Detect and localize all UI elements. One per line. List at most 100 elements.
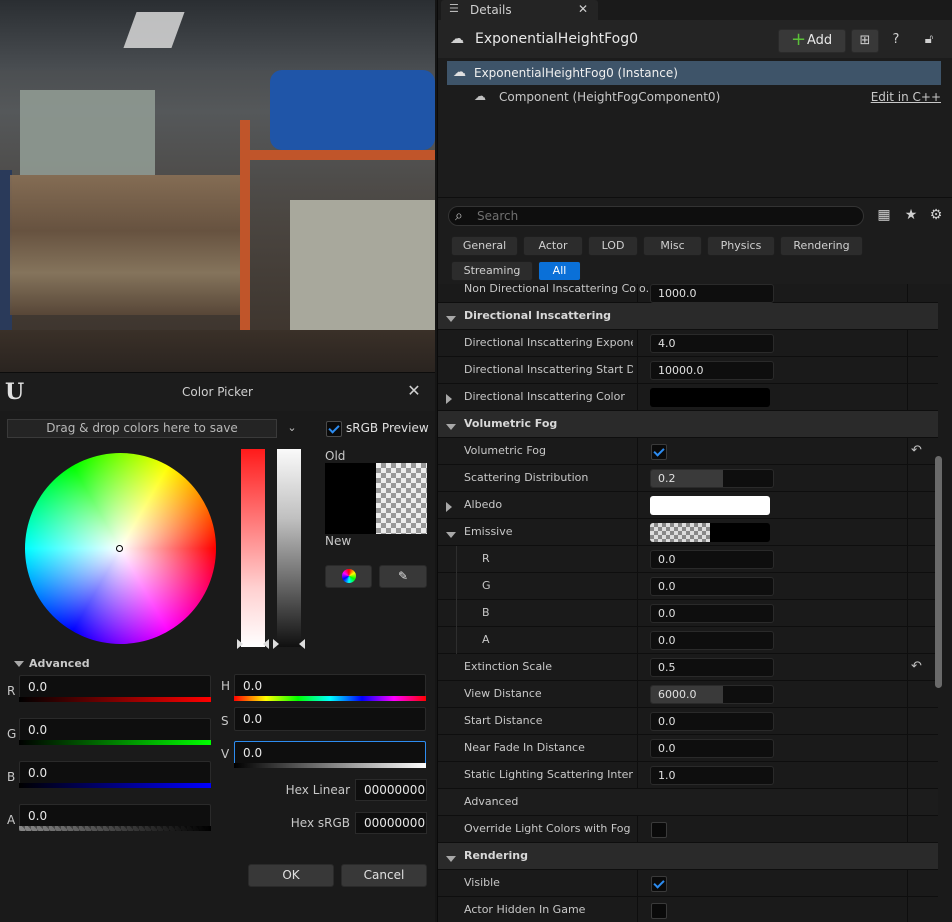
srgb-preview-checkbox[interactable] [326,421,342,437]
property-value-field[interactable]: 6000.0 [650,685,774,704]
hex-linear-field[interactable]: 00000000 [355,779,427,801]
property-row-volumetric-fog[interactable]: Volumetric Fog ↶ [438,438,938,465]
saturation-slider-handle-right[interactable] [263,639,269,649]
component-tree-child[interactable]: ☁ Component (HeightFogComponent0) Edit i… [474,86,941,108]
ok-button[interactable]: OK [248,864,334,887]
cancel-button[interactable]: Cancel [341,864,427,887]
filter-general[interactable]: General [451,236,518,256]
lock-icon[interactable]: 🔓︎ [919,29,939,53]
channel-g-field[interactable]: 0.0 [19,718,211,742]
component-tree-root[interactable]: ☁ ExponentialHeightFog0 (Instance) [447,61,941,85]
edit-in-cpp-link[interactable]: Edit in C++ [871,90,941,104]
property-value-field[interactable]: 1000.0 [650,284,774,303]
color-picker-titlebar[interactable]: U Color Picker ✕ [0,373,435,411]
property-value-field[interactable]: 0.0 [650,604,774,623]
color-drop-zone[interactable]: Drag & drop colors here to save [7,419,277,438]
level-viewport[interactable] [0,0,435,372]
color-swatch[interactable] [650,388,770,407]
property-row-b[interactable]: B 0.0 [438,600,938,627]
expand-arrow-icon[interactable] [446,500,452,513]
table-view-icon[interactable]: ▦ [875,206,893,224]
channel-h-field[interactable]: 0.0 [234,674,426,698]
reset-to-default-icon[interactable]: ↶ [911,659,922,674]
property-row-r[interactable]: R 0.0 [438,546,938,573]
property-row-view-distance[interactable]: View Distance 6000.0 [438,681,938,708]
help-icon[interactable]: ? [886,29,906,53]
color-wheel-mode-button[interactable] [325,565,372,588]
gear-icon[interactable]: ⚙ [927,206,945,224]
property-checkbox[interactable] [651,876,667,892]
property-row-override-light-colors-with-fog-in[interactable]: Override Light Colors with Fog In... [438,816,938,843]
property-row-visible[interactable]: Visible [438,870,938,897]
property-row-scattering-distribution[interactable]: Scattering Distribution 0.2 [438,465,938,492]
property-row-actor-hidden-in-game[interactable]: Actor Hidden In Game [438,897,938,922]
channel-a-field[interactable]: 0.0 [19,804,211,828]
add-component-button[interactable]: + Add [778,29,846,53]
advanced-section-header[interactable]: Advanced [14,657,90,670]
property-row-a[interactable]: A 0.0 [438,627,938,654]
search-box[interactable]: ⌕ [448,206,864,226]
category-advanced[interactable]: Advanced [438,789,938,816]
property-row-albedo[interactable]: Albedo [438,492,938,519]
property-checkbox[interactable] [651,822,667,838]
search-input[interactable] [477,208,857,224]
filter-rendering[interactable]: Rendering [780,236,863,256]
channel-s-field[interactable]: 0.0 [234,707,426,731]
property-scrollbar-thumb[interactable] [935,456,942,688]
filter-actor[interactable]: Actor [523,236,583,256]
color-swatch[interactable] [650,523,770,542]
property-value-field[interactable]: 0.0 [650,712,774,731]
property-row-directional-inscattering-start-dis[interactable]: Directional Inscattering Start Dis... 100… [438,357,938,384]
property-row-emissive[interactable]: Emissive [438,519,938,546]
details-tab[interactable]: ☰ Details ✕ [441,0,598,20]
category-directional-inscattering[interactable]: Directional Inscattering [438,303,938,330]
value-slider-handle-right[interactable] [299,639,305,649]
property-row-near-fade-in-distance[interactable]: Near Fade In Distance 0.0 [438,735,938,762]
star-icon[interactable]: ★ [902,206,920,224]
filter-lod[interactable]: LOD [588,236,638,256]
value-slider-handle-left[interactable] [273,639,279,649]
property-value-field[interactable]: 0.5 [650,658,774,677]
close-icon[interactable]: ✕ [578,2,588,16]
saturation-slider-handle-left[interactable] [237,639,243,649]
property-checkbox[interactable] [651,444,667,460]
property-row-directional-inscattering-exponent[interactable]: Directional Inscattering Exponent 4.0 [438,330,938,357]
collapse-arrow-icon[interactable] [446,312,461,325]
close-icon[interactable]: ✕ [404,381,424,401]
filter-misc[interactable]: Misc [643,236,702,256]
collapse-arrow-icon[interactable] [446,852,461,865]
property-value-field[interactable]: 4.0 [650,334,774,353]
property-value-field[interactable]: 1.0 [650,766,774,785]
saturation-slider[interactable] [241,449,265,647]
property-value-field[interactable]: 0.0 [650,739,774,758]
eyedropper-button[interactable]: ✎ [379,565,427,588]
color-swatch[interactable] [650,496,770,515]
expand-arrow-icon[interactable] [446,392,452,405]
property-checkbox[interactable] [651,903,667,919]
channel-v-field[interactable]: 0.0 [234,741,426,765]
property-value-field[interactable]: 0.2 [650,469,774,488]
filter-all[interactable]: All [538,261,581,281]
property-row-static-lighting-scattering-intensi[interactable]: Static Lighting Scattering Intensi... 1.0 [438,762,938,789]
property-value-field[interactable]: 0.0 [650,577,774,596]
color-wheel-cursor[interactable] [116,545,123,552]
hex-srgb-field[interactable]: 00000000 [355,812,427,834]
filter-physics[interactable]: Physics [707,236,775,256]
reset-to-default-icon[interactable]: ↶ [911,443,922,458]
chevron-down-icon[interactable]: ⌄ [284,420,300,436]
category-volumetric-fog[interactable]: Volumetric Fog [438,411,938,438]
filter-streaming[interactable]: Streaming [451,261,533,281]
actor-name[interactable]: ExponentialHeightFog0 [475,31,638,47]
property-row-g[interactable]: G 0.0 [438,573,938,600]
collapse-arrow-icon[interactable] [446,420,461,433]
blueprint-button[interactable]: ⊞ [851,29,879,53]
property-row-directional-inscattering-color[interactable]: Directional Inscattering Color [438,384,938,411]
property-row-start-distance[interactable]: Start Distance 0.0 [438,708,938,735]
property-value-field[interactable]: 0.0 [650,550,774,569]
value-slider[interactable] [277,449,301,647]
channel-b-field[interactable]: 0.0 [19,761,211,785]
collapse-arrow-icon[interactable] [446,528,461,541]
property-row-extinction-scale[interactable]: Extinction Scale 0.5 ↶ [438,654,938,681]
property-value-field[interactable]: 0.0 [650,631,774,650]
property-value-field[interactable]: 10000.0 [650,361,774,380]
